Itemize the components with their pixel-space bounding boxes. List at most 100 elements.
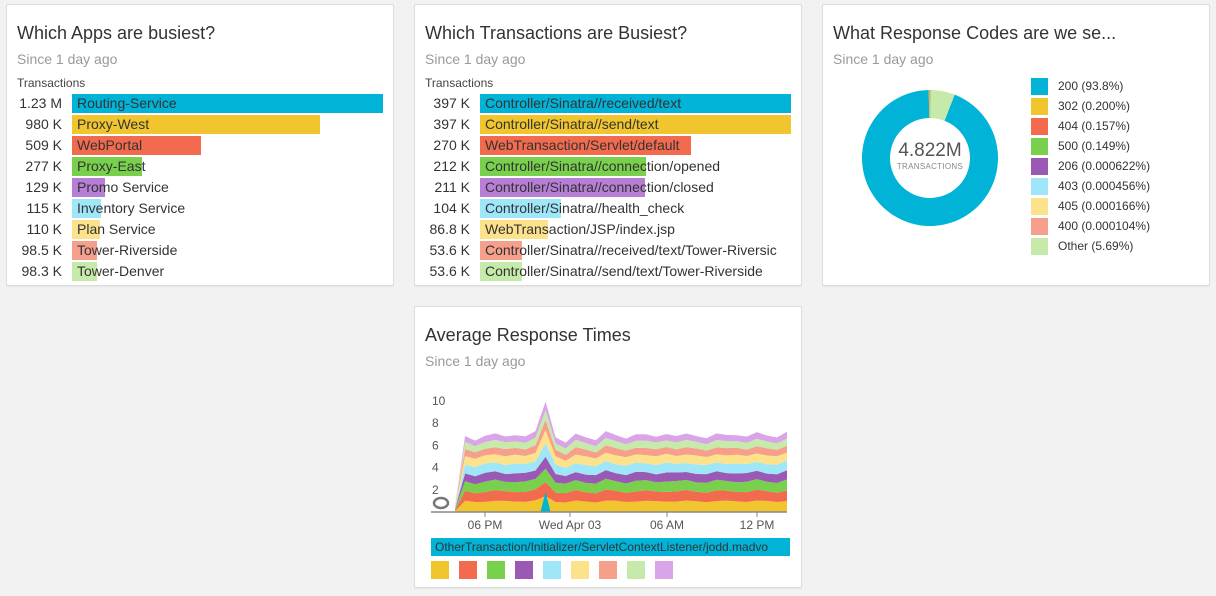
legend-label: 206 (0.000622%) — [1058, 159, 1151, 173]
legend: 200 (93.8%) 302 (0.200%) 404 (0.157%) 500 (… — [1031, 78, 1201, 258]
bar-value: 212 K — [433, 158, 470, 174]
legend-label: 200 (93.8%) — [1058, 79, 1124, 93]
legend-item[interactable]: 405 (0.000166%) — [1031, 198, 1201, 216]
legend-swatch — [1031, 238, 1048, 255]
bar-value: 98.5 K — [21, 242, 62, 258]
x-tick-label: 06 AM — [650, 518, 684, 532]
bar-row[interactable]: 277 K Proxy-East — [7, 157, 393, 176]
series-tooltip[interactable]: OtherTransaction/Initializer/ServletCont… — [431, 538, 790, 556]
card-title: Which Transactions are Busiest? — [425, 23, 688, 43]
card-subtitle: Since 1 day ago — [425, 51, 526, 67]
y-tick-label: 6 — [432, 438, 439, 452]
series-swatch[interactable] — [487, 561, 505, 579]
bar-name: Routing-Service — [77, 95, 177, 111]
series-swatch[interactable] — [543, 561, 561, 579]
bar-value: 397 K — [433, 95, 470, 111]
bar-name: Promo Service — [77, 179, 169, 195]
bar-row[interactable]: 86.8 K WebTransaction/JSP/index.jsp — [415, 220, 801, 239]
bar-value: 980 K — [25, 116, 62, 132]
bar-row[interactable]: 270 K WebTransaction/Servlet/default — [415, 136, 801, 155]
y-tick-label: 2 — [432, 483, 439, 497]
donut-center: 4.822M TRANSACTIONS — [855, 83, 1005, 233]
bar-name: Controller/Sinatra//health_check — [485, 200, 685, 216]
legend-swatch — [1031, 218, 1048, 235]
series-swatch[interactable] — [459, 561, 477, 579]
bar-name: Tower-Riverside — [77, 242, 178, 258]
legend-swatch — [1031, 78, 1048, 95]
bar-row[interactable]: 397 K Controller/Sinatra//received/text — [415, 94, 801, 113]
bar-row[interactable]: 53.6 K Controller/Sinatra//send/text/Towe… — [415, 262, 801, 281]
bar-row[interactable]: 509 K WebPortal — [7, 136, 393, 155]
bar-value: 211 K — [434, 179, 470, 195]
bar-value: 104 K — [433, 200, 470, 216]
bar-name: Proxy-East — [77, 158, 146, 174]
legend-swatch — [1031, 118, 1048, 135]
legend-item[interactable]: 403 (0.000456%) — [1031, 178, 1201, 196]
legend-item[interactable]: 404 (0.157%) — [1031, 118, 1201, 136]
bar-row[interactable]: 129 K Promo Service — [7, 178, 393, 197]
legend-swatch — [1031, 158, 1048, 175]
series-swatch[interactable] — [431, 561, 449, 579]
legend-item[interactable]: 302 (0.200%) — [1031, 98, 1201, 116]
bar-row[interactable]: 104 K Controller/Sinatra//health_check — [415, 199, 801, 218]
bar-row[interactable]: 98.3 K Tower-Denver — [7, 262, 393, 281]
series-swatch[interactable] — [655, 561, 673, 579]
legend-item[interactable]: Other (5.69%) — [1031, 238, 1201, 256]
bar-name: WebTransaction/Servlet/default — [485, 137, 680, 153]
x-tick-label: 12 PM — [740, 518, 775, 532]
bar-row[interactable]: 115 K Inventory Service — [7, 199, 393, 218]
card-subtitle: Since 1 day ago — [17, 51, 118, 67]
series-swatch[interactable] — [599, 561, 617, 579]
card-title: Which Apps are busiest? — [17, 23, 216, 43]
donut-total-label: TRANSACTIONS — [896, 162, 964, 171]
series-swatch[interactable] — [627, 561, 645, 579]
bar-row[interactable]: 980 K Proxy-West — [7, 115, 393, 134]
area-chart[interactable]: 10 8 6 4 2 06 PM Wed Apr 03 06 AM 12 PM — [415, 387, 801, 588]
bar-value: 115 K — [26, 200, 62, 216]
series-swatch[interactable] — [515, 561, 533, 579]
bar-row[interactable]: 212 K Controller/Sinatra//connection/open… — [415, 157, 801, 176]
bar-row[interactable]: 397 K Controller/Sinatra//send/text — [415, 115, 801, 134]
card-subtitle: Since 1 day ago — [833, 51, 934, 67]
bar-row[interactable]: 98.5 K Tower-Riverside — [7, 241, 393, 260]
bar-name: Controller/Sinatra//received/text — [485, 95, 682, 111]
bar-name: Controller/Sinatra//received/text/Tower-… — [485, 242, 777, 258]
legend-item[interactable]: 200 (93.8%) — [1031, 78, 1201, 96]
bar-value: 1.23 M — [19, 95, 62, 111]
bar-value: 86.8 K — [429, 221, 470, 237]
bar-name: Inventory Service — [77, 200, 186, 216]
legend-label: 400 (0.000104%) — [1058, 219, 1151, 233]
legend-label: 403 (0.000456%) — [1058, 179, 1151, 193]
response-codes-card: What Response Codes are we se... Since 1… — [822, 4, 1210, 286]
bar-row[interactable]: 110 K Plan Service — [7, 220, 393, 239]
bar-value: 397 K — [433, 116, 470, 132]
bar-value: 53.6 K — [429, 263, 470, 279]
reset-zoom-icon[interactable] — [432, 496, 450, 510]
bar-name: Controller/Sinatra//send/text — [485, 116, 659, 132]
legend-swatch — [1031, 198, 1048, 215]
bar-value: 129 K — [25, 179, 62, 195]
transactions-card: Which Transactions are Busiest? Since 1 … — [414, 4, 802, 286]
axis-label: Transactions — [425, 76, 494, 90]
bar-value: 53.6 K — [429, 242, 470, 258]
axis-label: Transactions — [17, 76, 86, 90]
legend-label: 302 (0.200%) — [1058, 99, 1131, 113]
bar-row[interactable]: 1.23 M Routing-Service — [7, 94, 393, 113]
bar-row[interactable]: 53.6 K Controller/Sinatra//received/text/… — [415, 241, 801, 260]
legend-swatch — [1031, 98, 1048, 115]
legend-item[interactable]: 206 (0.000622%) — [1031, 158, 1201, 176]
legend-item[interactable]: 400 (0.000104%) — [1031, 218, 1201, 236]
x-tick-label: 06 PM — [468, 518, 503, 532]
card-title: Average Response Times — [425, 325, 631, 345]
bar-name: Plan Service — [77, 221, 156, 237]
bar-name: Tower-Denver — [77, 263, 165, 279]
card-title: What Response Codes are we se... — [833, 23, 1117, 43]
bar-row[interactable]: 211 K Controller/Sinatra//connection/clos… — [415, 178, 801, 197]
bar-name: WebPortal — [77, 137, 143, 153]
legend-item[interactable]: 500 (0.149%) — [1031, 138, 1201, 156]
series-swatch[interactable] — [571, 561, 589, 579]
legend-label: 404 (0.157%) — [1058, 119, 1131, 133]
response-times-card: Average Response Times Since 1 day ago 1… — [414, 306, 802, 588]
bar-value: 110 K — [26, 221, 62, 237]
bar-value: 277 K — [25, 158, 62, 174]
